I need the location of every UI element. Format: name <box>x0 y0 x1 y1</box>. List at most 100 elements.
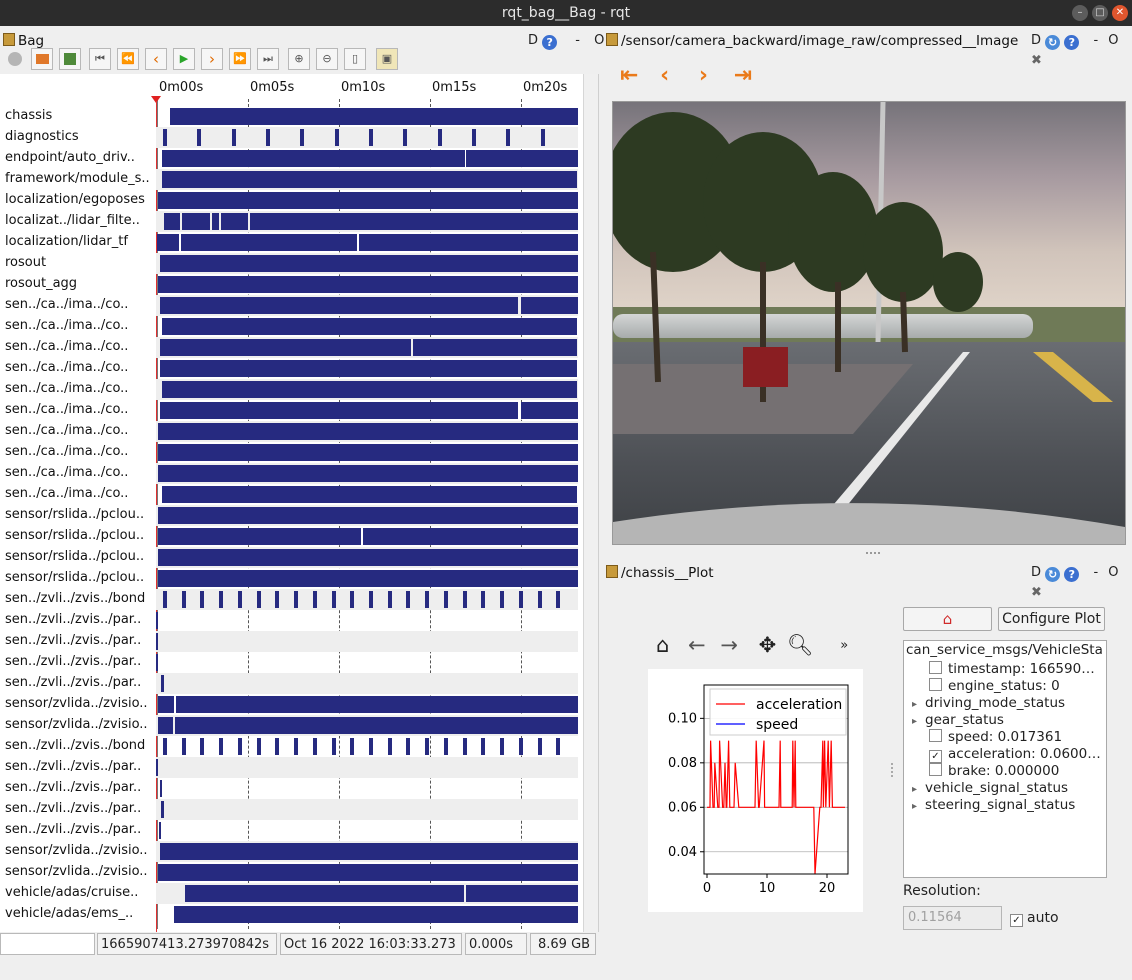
topic-track[interactable] <box>156 421 578 442</box>
auto-checkbox[interactable]: ✓ <box>1010 914 1023 927</box>
topic-track[interactable] <box>156 190 578 211</box>
topic-label[interactable]: sen../ca../ima../co.. <box>5 486 128 501</box>
plot-dash-button[interactable]: - <box>1093 565 1098 580</box>
prev-frame-icon[interactable]: ‹ <box>660 63 669 88</box>
more-tools-icon[interactable]: » <box>840 638 848 653</box>
tree-row[interactable]: engine_status: 0 <box>929 678 1060 695</box>
first-frame-icon[interactable]: ⇤ <box>620 63 638 88</box>
topic-label[interactable]: sensor/rslida../pclou.. <box>5 570 144 585</box>
topic-label[interactable]: sen../zvli../zvis../par.. <box>5 801 141 816</box>
topic-label[interactable]: sensor/rslida../pclou.. <box>5 528 144 543</box>
topic-label[interactable]: sen../zvli../zvis../par.. <box>5 612 141 627</box>
plot-figure[interactable]: 0.04 0.06 0.08 0.10 0 10 20 acceleration speed <box>648 669 863 912</box>
plot-d-button[interactable]: D <box>1031 565 1041 580</box>
topic-label[interactable]: sen../zvli../zvis../par.. <box>5 822 141 837</box>
topic-track[interactable] <box>156 316 578 337</box>
topic-label[interactable]: sensor/rslida../pclou.. <box>5 549 144 564</box>
plot-home-button[interactable]: ⌂ <box>903 607 992 631</box>
expand-arrow-icon[interactable]: ▸ <box>912 699 917 710</box>
home-icon[interactable]: ⌂ <box>656 633 669 657</box>
topic-track[interactable] <box>156 652 578 673</box>
tree-row[interactable]: speed: 0.017361 <box>929 729 1062 746</box>
field-checkbox[interactable] <box>929 678 942 691</box>
skip-to-end-icon[interactable]: ⏭ <box>257 48 279 70</box>
topic-track[interactable] <box>156 715 578 736</box>
topic-label[interactable]: localization/lidar_tf <box>5 234 128 249</box>
topic-track[interactable] <box>156 211 578 232</box>
topic-track[interactable] <box>156 463 578 484</box>
skip-to-start-icon[interactable]: ⏮ <box>89 48 111 70</box>
zoom-icon[interactable]: 🔍︎ <box>787 633 814 657</box>
plot-help-icon[interactable]: ? <box>1064 567 1080 582</box>
topic-label[interactable]: sen../ca../ima../co.. <box>5 444 128 459</box>
topic-label[interactable]: sen../ca../ima../co.. <box>5 402 128 417</box>
minimize-icon[interactable]: – <box>1072 5 1088 21</box>
topic-track[interactable] <box>156 505 578 526</box>
topic-label[interactable]: sen../ca../ima../co.. <box>5 318 128 333</box>
tree-row[interactable]: ▸ steering_signal_status <box>912 797 1075 814</box>
expand-arrow-icon[interactable]: ▸ <box>912 716 917 727</box>
configure-plot-button[interactable]: Configure Plot <box>998 607 1105 631</box>
topic-track[interactable] <box>156 841 578 862</box>
field-checkbox[interactable]: ✓ <box>929 750 942 763</box>
topic-track[interactable] <box>156 610 578 631</box>
field-checkbox[interactable] <box>929 763 942 776</box>
topic-label[interactable]: sen../zvli../zvis../bond <box>5 738 145 753</box>
topic-track[interactable] <box>156 106 578 127</box>
rewind-icon[interactable]: ⏪ <box>117 48 139 70</box>
topic-label[interactable]: localizat../lidar_filte.. <box>5 213 140 228</box>
back-arrow-icon[interactable]: ← <box>688 633 706 657</box>
topic-track[interactable] <box>156 253 578 274</box>
topic-track[interactable] <box>156 169 578 190</box>
topic-track[interactable] <box>156 757 578 778</box>
topic-tree[interactable]: can_service_msgs/VehicleSta timestamp: 1… <box>903 640 1107 878</box>
topic-track[interactable] <box>156 484 578 505</box>
topic-label[interactable]: sensor/zvlida../zvisio.. <box>5 864 148 879</box>
topic-track[interactable] <box>156 694 578 715</box>
topic-track[interactable] <box>156 547 578 568</box>
topic-label[interactable]: sen../ca../ima../co.. <box>5 360 128 375</box>
plot-splitter-handle[interactable] <box>891 763 893 777</box>
topic-label[interactable]: sen../zvli../zvis../par.. <box>5 759 141 774</box>
topic-label[interactable]: sensor/rslida../pclou.. <box>5 507 144 522</box>
topic-track[interactable] <box>156 232 578 253</box>
topic-track[interactable] <box>156 358 578 379</box>
tree-row[interactable]: ▸ gear_status <box>912 712 1004 729</box>
field-checkbox[interactable] <box>929 729 942 742</box>
topic-track[interactable] <box>156 295 578 316</box>
topic-label[interactable]: framework/module_s.. <box>5 171 150 186</box>
field-checkbox[interactable] <box>929 661 942 674</box>
topic-track[interactable] <box>156 589 578 610</box>
topic-label[interactable]: rosout_agg <box>5 276 77 291</box>
tree-root[interactable]: can_service_msgs/VehicleSta <box>906 642 1103 659</box>
topic-track[interactable] <box>156 379 578 400</box>
topic-track[interactable] <box>156 883 578 904</box>
help-icon[interactable]: ? <box>542 35 558 50</box>
topic-label[interactable]: sen../ca../ima../co.. <box>5 423 128 438</box>
topic-track[interactable] <box>156 274 578 295</box>
topic-label[interactable]: vehicle/adas/cruise.. <box>5 885 138 900</box>
topic-track[interactable] <box>156 799 578 820</box>
tree-row[interactable]: brake: 0.000000 <box>929 763 1059 780</box>
image-dash-button[interactable]: - <box>1093 33 1098 48</box>
zoom-reset-icon[interactable]: ▯ <box>344 48 366 70</box>
topic-track[interactable] <box>156 148 578 169</box>
tree-row[interactable]: ▸ driving_mode_status <box>912 695 1065 712</box>
topic-track[interactable] <box>156 736 578 757</box>
topic-label[interactable]: sensor/zvlida../zvisio.. <box>5 843 148 858</box>
expand-arrow-icon[interactable]: ▸ <box>912 784 917 795</box>
topic-label[interactable]: sen../zvli../zvis../par.. <box>5 675 141 690</box>
auto-checkbox-row[interactable]: ✓ auto <box>1010 910 1059 927</box>
maximize-icon[interactable]: □ <box>1092 5 1108 21</box>
image-d-button[interactable]: D <box>1031 33 1041 48</box>
plot-o-button[interactable]: O <box>1108 565 1118 580</box>
open-folder-icon[interactable] <box>31 48 53 70</box>
topic-track[interactable] <box>156 400 578 421</box>
fast-forward-icon[interactable]: ⏩ <box>229 48 251 70</box>
thumbnails-icon[interactable]: ▣ <box>376 48 398 70</box>
plot-reload-icon[interactable]: ↻ <box>1045 567 1061 582</box>
topic-label[interactable]: rosout <box>5 255 46 270</box>
topic-label[interactable]: sensor/zvlida../zvisio.. <box>5 717 148 732</box>
step-forward-icon[interactable]: › <box>201 48 223 70</box>
topic-label[interactable]: sen../zvli../zvis../bond <box>5 591 145 606</box>
